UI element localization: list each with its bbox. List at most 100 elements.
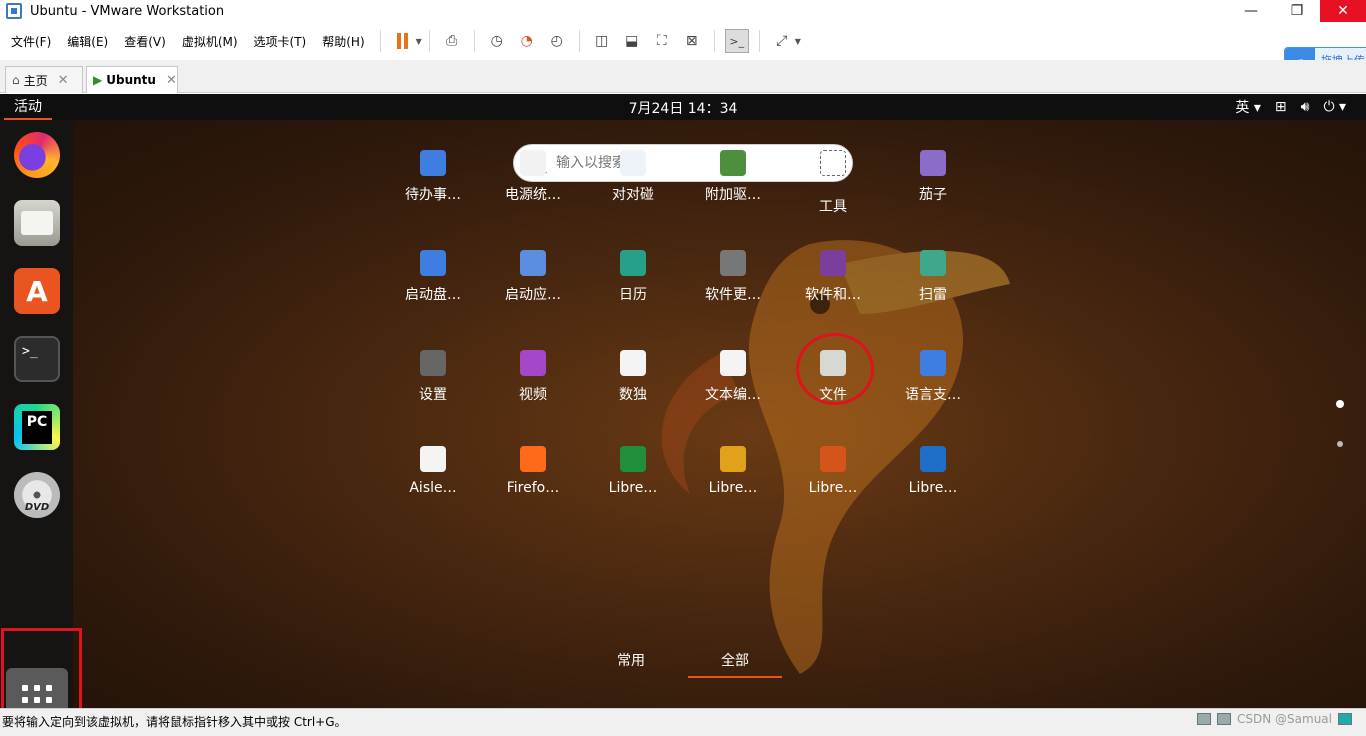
show-library-button[interactable]: ◫ <box>590 29 614 53</box>
app-tile[interactable]: 语言支… <box>883 350 983 404</box>
libreoffice-impress-icon <box>820 446 846 472</box>
menu-tabs[interactable]: 选项卡(T) <box>246 33 315 50</box>
toolbar-separator <box>578 30 580 52</box>
toolbar-separator <box>713 30 715 52</box>
app-tile[interactable]: 扫雷 <box>883 250 983 304</box>
app-tile[interactable]: Libre… <box>583 446 683 496</box>
revert-snapshot-icon: ◔ <box>520 33 533 49</box>
vm-icon: ▶ <box>93 73 103 87</box>
app-tile[interactable]: Libre… <box>683 446 783 496</box>
input-method-indicator[interactable]: 英 ▾ <box>1235 97 1260 117</box>
app-tile[interactable]: Firefo… <box>483 446 583 496</box>
app-tile[interactable]: 附加驱… <box>683 150 783 204</box>
app-tile-label: Aisle… <box>409 480 457 496</box>
dock-firefox-icon[interactable] <box>14 132 60 178</box>
vm-display[interactable]: 活动 7月24日 14：34 英 ▾ ⊞ 🔊︎ ⏻ ▾ A >_ DVD 待办事… <box>0 94 1366 708</box>
send-ctrl-alt-del-button[interactable]: ⎙ <box>440 29 464 53</box>
app-tile[interactable]: 启动应… <box>483 250 583 304</box>
snapshot-button[interactable]: ◷ <box>485 29 509 53</box>
app-tile[interactable]: 文本编… <box>683 350 783 404</box>
app-tile[interactable]: 视频 <box>483 350 583 404</box>
pause-dropdown-icon[interactable]: ▼ <box>416 37 422 46</box>
unity-button[interactable]: ⊠ <box>680 29 704 53</box>
pause-icon <box>397 33 409 49</box>
text-editor-icon <box>720 350 746 376</box>
app-tile[interactable]: 茄子 <box>883 150 983 204</box>
menu-help[interactable]: 帮助(H) <box>314 33 372 50</box>
software-properties-icon <box>820 250 846 276</box>
mahjongg-icon <box>620 150 646 176</box>
tab-ubuntu-close-icon[interactable]: ✕ <box>166 73 177 88</box>
dock-pycharm-icon[interactable] <box>14 404 60 450</box>
app-tile[interactable]: 待办事… <box>383 150 483 204</box>
revert-snapshot-button[interactable]: ◔ <box>515 29 539 53</box>
stretch-icon: ⤢ <box>776 33 788 49</box>
utilities-folder-icon <box>820 150 846 176</box>
tab-ubuntu[interactable]: ▶ Ubuntu ✕ <box>86 66 178 93</box>
snapshot-manager-button[interactable]: ◴ <box>545 29 569 53</box>
app-tile-label: 启动盘… <box>405 287 461 303</box>
app-tile[interactable]: Aisle… <box>383 446 483 496</box>
menu-file[interactable]: 文件(F) <box>0 33 59 50</box>
menu-view[interactable]: 查看(V) <box>116 33 174 50</box>
tab-frequent[interactable]: 常用 <box>584 650 678 670</box>
pause-vm-button[interactable] <box>391 29 415 53</box>
dock-dvd-icon[interactable]: DVD <box>14 472 60 518</box>
app-tile[interactable]: 对对碰 <box>583 150 683 204</box>
maximize-button[interactable]: ❐ <box>1274 0 1320 22</box>
app-tile[interactable]: 数独 <box>583 350 683 404</box>
app-tile[interactable]: 电源统… <box>483 150 583 204</box>
app-tile[interactable]: 日历 <box>583 250 683 304</box>
drivers-icon <box>720 150 746 176</box>
dock-software-store-icon[interactable]: A <box>14 268 60 314</box>
page-indicator[interactable] <box>1337 441 1343 447</box>
startup-apps-icon <box>520 250 546 276</box>
app-tile-label: Libre… <box>808 480 858 496</box>
hdd-icon[interactable] <box>1197 713 1212 725</box>
app-tile-label: 软件和… <box>805 287 861 303</box>
dock-terminal-icon[interactable]: >_ <box>14 336 60 382</box>
display-icon[interactable] <box>1338 713 1352 725</box>
thumbnail-bar-button[interactable]: ⬓ <box>620 29 644 53</box>
app-tile[interactable]: 软件更… <box>683 250 783 304</box>
minimize-button[interactable]: — <box>1228 0 1274 22</box>
power-stats-icon <box>520 150 546 176</box>
libreoffice-calc-icon <box>620 446 646 472</box>
clock[interactable]: 7月24日 14：34 <box>0 98 1366 118</box>
stretch-guest-button[interactable]: ⤢ <box>770 29 794 53</box>
menu-vm[interactable]: 虚拟机(M) <box>174 33 246 50</box>
tab-home[interactable]: ⌂ 主页 ✕ <box>5 66 83 93</box>
software-updater-icon <box>720 250 746 276</box>
app-tile-label: 软件更… <box>705 287 761 303</box>
power-icon[interactable]: ⏻ ▾ <box>1323 99 1346 115</box>
app-tile[interactable]: Libre… <box>883 446 983 496</box>
dock-files-icon[interactable] <box>14 200 60 246</box>
console-view-button[interactable]: >_ <box>724 29 749 53</box>
send-keys-icon: ⎙ <box>446 33 458 49</box>
home-icon: ⌂ <box>12 73 20 87</box>
stretch-dropdown-icon[interactable]: ▼ <box>795 37 801 46</box>
volume-icon[interactable]: 🔊︎ <box>1301 99 1310 115</box>
cdrom-icon[interactable] <box>1217 713 1232 725</box>
close-button[interactable]: ✕ <box>1320 0 1366 22</box>
app-tile[interactable]: 启动盘… <box>383 250 483 304</box>
app-tile-label: 茄子 <box>919 187 947 203</box>
app-tile[interactable]: 软件和… <box>783 250 883 304</box>
app-tile-label: 对对碰 <box>612 187 654 203</box>
window-title: Ubuntu - VMware Workstation <box>30 3 225 19</box>
page-indicator-active[interactable] <box>1336 400 1344 408</box>
app-tile[interactable]: 工具 <box>783 150 883 216</box>
network-icon[interactable]: ⊞ <box>1275 99 1287 115</box>
tab-home-close-icon[interactable]: ✕ <box>58 73 69 88</box>
app-tile-label: 视频 <box>519 387 547 403</box>
menu-edit[interactable]: 编辑(E) <box>59 33 116 50</box>
tab-all[interactable]: 全部 <box>688 650 782 678</box>
app-tile[interactable]: 设置 <box>383 350 483 404</box>
device-icons: CSDN @Samual <box>1197 712 1352 726</box>
full-screen-button[interactable]: ⛶ <box>650 29 674 53</box>
ubuntu-dock: A >_ DVD <box>0 120 73 708</box>
app-tile[interactable]: Libre… <box>783 446 883 496</box>
gnome-top-bar: 活动 7月24日 14：34 英 ▾ ⊞ 🔊︎ ⏻ ▾ <box>0 94 1366 120</box>
app-tile-label: 电源统… <box>505 187 561 203</box>
app-tile-label: 文本编… <box>705 387 761 403</box>
